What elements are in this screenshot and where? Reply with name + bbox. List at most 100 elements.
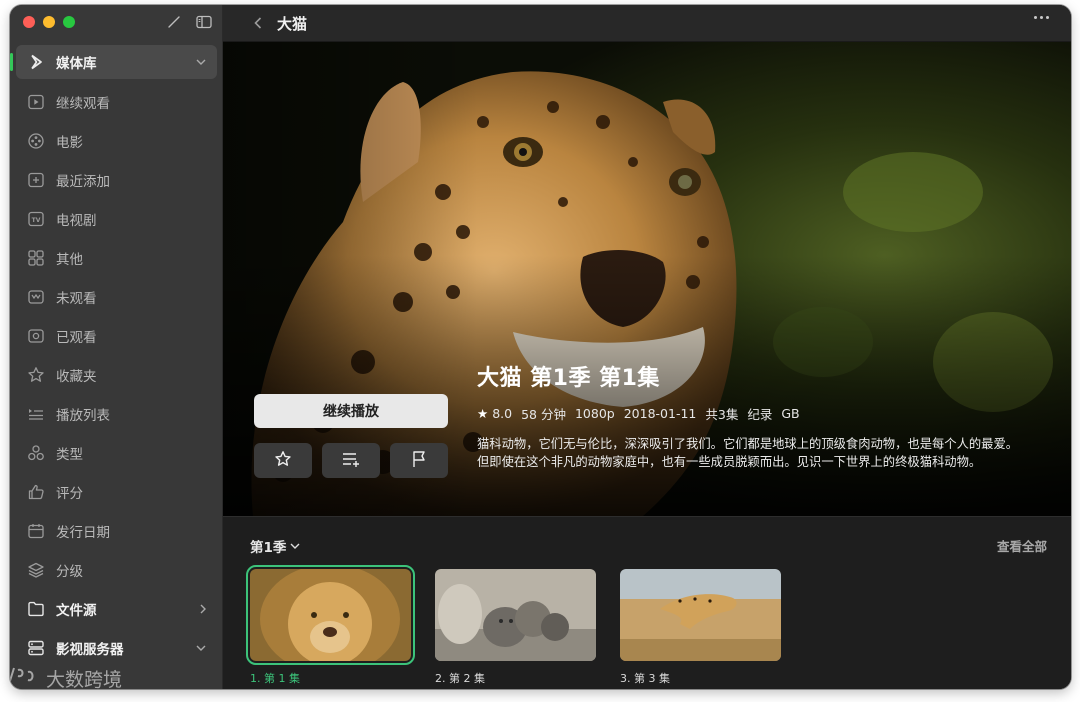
sidebar-item-label: 媒体库 (56, 56, 97, 72)
sidebar-item-label: 未观看 (56, 290, 97, 307)
duration: 58 分钟 (521, 407, 566, 422)
sidebar-item-label: 分级 (56, 563, 83, 580)
close-window-button[interactable] (23, 16, 35, 28)
favorite-button[interactable] (254, 443, 312, 478)
season-selector[interactable]: 第1季 (250, 536, 301, 556)
plus-square-icon (26, 170, 46, 190)
chevron-down-icon (289, 538, 301, 554)
release-date: 2018-01-11 (623, 406, 697, 421)
edit-icon[interactable] (165, 13, 183, 31)
sidebar: 媒体库 继续观看 电影 最近添加 TV 电视剧 其他 未观看 已观看 收藏夹 播… (10, 5, 223, 689)
sidebar-item-label: 继续观看 (56, 95, 110, 112)
sidebar-item-playlists[interactable]: 播放列表 (16, 394, 217, 433)
view-all-link[interactable]: 查看全部 (997, 536, 1047, 555)
unwatched-icon (26, 287, 46, 307)
sidebar-item-label: 收藏夹 (56, 368, 97, 385)
chevron-right-icon[interactable] (199, 603, 207, 615)
star-icon (26, 365, 46, 385)
episode-count: 共3集 (705, 407, 739, 422)
add-to-playlist-button[interactable] (322, 443, 380, 478)
sidebar-item-content-rating[interactable]: 分级 (16, 550, 217, 589)
grid-icon (26, 248, 46, 268)
star-outline-icon (274, 450, 292, 472)
rating-value: 8.0 (492, 406, 513, 421)
sidebar-item-label: 影视服务器 (56, 641, 124, 658)
sidebar-item-label: 电视剧 (56, 212, 97, 229)
rating: ★ 8.0 (477, 406, 512, 421)
region: GB (781, 406, 800, 421)
episode-card[interactable]: 1. 第 1 集 (246, 565, 415, 686)
episode-label: 2. 第 2 集 (435, 672, 485, 685)
sidebar-item-other[interactable]: 其他 (16, 238, 217, 277)
episode-description: 猫科动物，它们无与伦比，深深吸引了我们。它们都是地球上的顶级食肉动物，也是每个人… (477, 435, 1057, 471)
sidebar-item-movies[interactable]: 电影 (16, 121, 217, 160)
sidebar-item-label: 类型 (56, 446, 83, 463)
sidebar-item-genres[interactable]: 类型 (16, 433, 217, 472)
server-icon (26, 638, 46, 658)
episode-label: 3. 第 3 集 (620, 672, 670, 685)
episode-thumbnail-lion (246, 565, 415, 665)
genre: 纪录 (747, 407, 773, 422)
minimize-window-button[interactable] (43, 16, 55, 28)
sidebar-item-favorites[interactable]: 收藏夹 (16, 355, 217, 394)
tv-icon: TV (26, 209, 46, 229)
sidebar-item-label: 评分 (56, 485, 83, 502)
sidebar-item-watched[interactable]: 已观看 (16, 316, 217, 355)
film-reel-icon (26, 131, 46, 151)
shapes-icon (26, 443, 46, 463)
sidebar-item-label: 已观看 (56, 329, 97, 346)
sidebar-item-tv-shows[interactable]: TV 电视剧 (16, 199, 217, 238)
top-bar: 大猫 (223, 5, 1071, 42)
watermark-text: 大数跨境 (46, 669, 123, 689)
sidebar-item-release-date[interactable]: 发行日期 (16, 511, 217, 550)
layers-icon (26, 560, 46, 580)
resolution: 1080p (574, 406, 615, 421)
description-line-1: 猫科动物，它们无与伦比，深深吸引了我们。它们都是地球上的顶级食肉动物，也是每个人… (477, 437, 1019, 451)
sidebar-item-label: 发行日期 (56, 524, 110, 541)
back-chevron-icon[interactable] (249, 14, 267, 32)
star-filled-icon: ★ (477, 406, 489, 421)
sidebar-item-label: 其他 (56, 251, 83, 268)
description-line-2: 但即使在这个非凡的动物家庭中，也有一些成员脱颖而出。见识一下世界上的终极猫科动物… (477, 455, 982, 469)
sidebar-nav: 媒体库 继续观看 电影 最近添加 TV 电视剧 其他 未观看 已观看 收藏夹 播… (10, 45, 217, 667)
sidebar-item-ratings[interactable]: 评分 (16, 472, 217, 511)
app-window: 媒体库 继续观看 电影 最近添加 TV 电视剧 其他 未观看 已观看 收藏夹 播… (10, 5, 1071, 689)
episode-card[interactable]: 3. 第 3 集 (620, 569, 781, 686)
sidebar-item-recently-added[interactable]: 最近添加 (16, 160, 217, 199)
episode-info: 大猫 第1季 第1集 ★ 8.0 58 分钟 1080p 2018-01-11 … (477, 360, 1057, 471)
sidebar-item-continue-watching[interactable]: 继续观看 (16, 82, 217, 121)
playlist-add-icon (341, 450, 361, 472)
chevron-down-icon[interactable] (195, 58, 207, 66)
svg-text:TV: TV (32, 216, 41, 223)
sidebar-item-label: 文件源 (56, 602, 97, 619)
sidebar-item-file-sources[interactable]: 文件源 (16, 589, 217, 628)
episode-thumbnail-wildcats (435, 569, 596, 661)
page-title: 大猫 (277, 15, 308, 33)
report-flag-button[interactable] (390, 443, 448, 478)
sidebar-item-media-servers[interactable]: 影视服务器 (16, 628, 217, 667)
zoom-window-button[interactable] (63, 16, 75, 28)
hero-banner: 继续播放 大猫 第1季 第1集 ★ 8.0 58 分钟 1080p 2018-0… (223, 42, 1071, 516)
chevron-down-icon[interactable] (195, 644, 207, 652)
flag-icon (411, 450, 427, 472)
play-square-icon (26, 92, 46, 112)
playlist-icon (26, 404, 46, 424)
play-logo-icon (26, 52, 46, 72)
watermark: 大数跨境 (10, 664, 122, 689)
sidebar-toggle-icon[interactable] (195, 13, 213, 31)
sidebar-item-label: 电影 (56, 134, 83, 151)
episode-thumbnail-cheetah (620, 569, 781, 661)
sidebar-item-unwatched[interactable]: 未观看 (16, 277, 217, 316)
sidebar-item-label: 播放列表 (56, 407, 110, 424)
episode-card[interactable]: 2. 第 2 集 (435, 569, 596, 686)
folder-icon (26, 599, 46, 619)
sidebar-item-media-library[interactable]: 媒体库 (10, 45, 217, 79)
continue-play-button[interactable]: 继续播放 (254, 394, 448, 428)
season-label: 第1季 (250, 540, 287, 556)
watermark-logo-icon (10, 664, 40, 689)
episode-label: 1. 第 1 集 (250, 672, 300, 685)
sidebar-item-label: 最近添加 (56, 173, 110, 190)
thumbs-up-icon (26, 482, 46, 502)
more-options-icon[interactable] (1034, 16, 1049, 19)
episode-list: 1. 第 1 集 2. 第 2 集 3. 第 3 集 (246, 565, 781, 686)
